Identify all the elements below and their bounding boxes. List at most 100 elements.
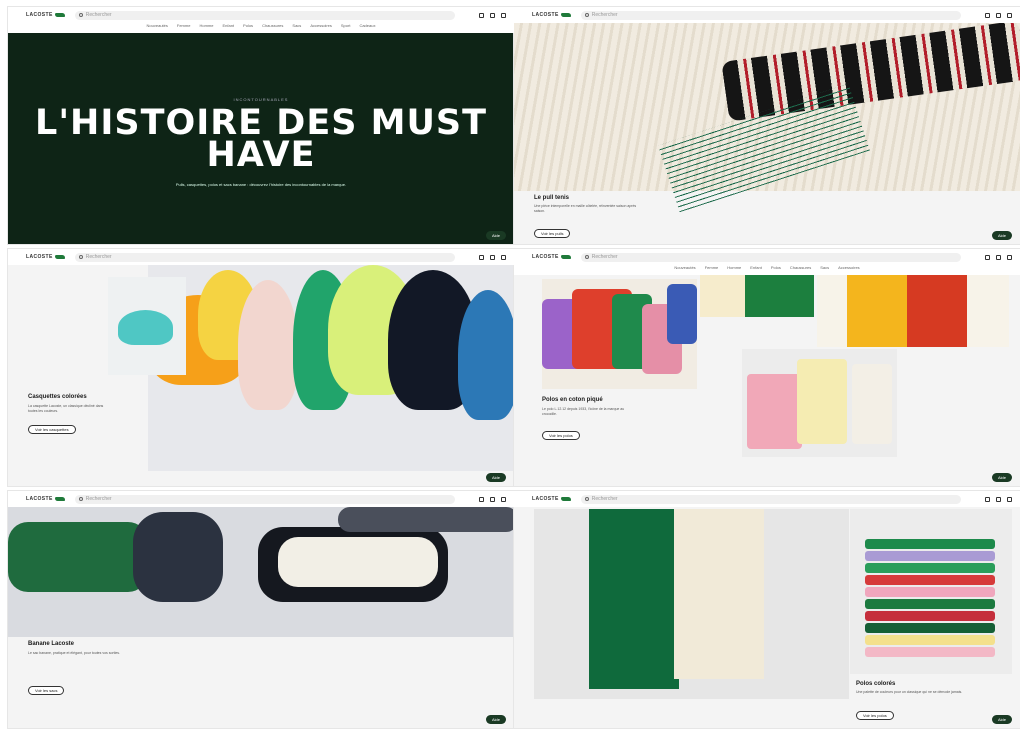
- account-icon[interactable]: [985, 254, 990, 260]
- bags-image: [8, 507, 514, 637]
- nav-item[interactable]: Chaussures: [790, 265, 811, 275]
- nav-item[interactable]: Sport: [341, 23, 351, 33]
- nav-item[interactable]: Accessoires: [838, 265, 860, 275]
- polos-stack-image: [850, 509, 1012, 674]
- cart-icon[interactable]: [501, 254, 506, 260]
- polos-color-panel: LACOSTE Rechercher Polos colorés Une pal…: [513, 490, 1020, 729]
- nav-item[interactable]: Polos: [243, 23, 253, 33]
- search-icon: [78, 497, 83, 501]
- croc-icon: [54, 13, 65, 17]
- top-bar: LACOSTE Rechercher: [514, 249, 1020, 265]
- nav-item[interactable]: Sacs: [820, 265, 829, 275]
- section-text: Une palette de couleurs pour un classiqu…: [856, 690, 963, 694]
- search-input[interactable]: Rechercher: [580, 10, 961, 20]
- nav-item[interactable]: Nouveautés: [147, 23, 168, 33]
- croc-icon: [54, 497, 65, 501]
- brand-logo[interactable]: LACOSTE: [532, 12, 571, 18]
- cap: [458, 290, 514, 420]
- nav-item[interactable]: Cadeaux: [359, 23, 375, 33]
- cart-icon[interactable]: [501, 496, 506, 502]
- nav-item[interactable]: Femme: [705, 265, 719, 275]
- wishlist-icon[interactable]: [996, 12, 1001, 18]
- brand-logo[interactable]: LACOSTE: [26, 12, 65, 18]
- section-cta[interactable]: Voir les polos: [542, 431, 580, 440]
- cap: [238, 280, 298, 410]
- section-title: Banane Lacoste: [28, 641, 75, 647]
- section-text: Une pièce intemporelle en maille côtelée…: [534, 204, 637, 213]
- nav-item[interactable]: Sacs: [292, 23, 301, 33]
- nav-item[interactable]: Chaussures: [262, 23, 283, 33]
- nav-item[interactable]: Femme: [177, 23, 191, 33]
- hero-panel: LACOSTE Rechercher Nouveautés Femme Homm…: [7, 6, 515, 245]
- wishlist-icon[interactable]: [490, 496, 495, 502]
- wishlist-icon[interactable]: [996, 496, 1001, 502]
- top-bar: LACOSTE Rechercher: [8, 249, 514, 265]
- polos-panel: LACOSTE Rechercher Nouveautés Femme Homm…: [513, 248, 1020, 487]
- nav-item[interactable]: Enfant: [222, 23, 234, 33]
- search-icon: [584, 497, 589, 501]
- caps-image: [148, 265, 514, 471]
- nav-item[interactable]: Homme: [199, 23, 213, 33]
- section-text: La casquette Lacoste, un classique décli…: [28, 404, 104, 413]
- search-input[interactable]: Rechercher: [74, 252, 455, 262]
- brand-logo[interactable]: LACOSTE: [26, 254, 65, 260]
- polos-flatlay-image: [742, 349, 897, 457]
- section-text: Le polo L.12.12 depuis 1933, l'icône de …: [542, 407, 625, 416]
- section-title: Casquettes colorées: [28, 394, 87, 400]
- wishlist-icon[interactable]: [490, 12, 495, 18]
- account-icon[interactable]: [985, 12, 990, 18]
- help-button[interactable]: Aide: [485, 715, 506, 724]
- cart-icon[interactable]: [1007, 496, 1012, 502]
- account-icon[interactable]: [479, 496, 484, 502]
- top-bar: LACOSTE Rechercher: [8, 7, 514, 23]
- wishlist-icon[interactable]: [490, 254, 495, 260]
- cart-icon[interactable]: [1007, 254, 1012, 260]
- croc-icon: [54, 255, 65, 259]
- section-cta[interactable]: Voir les pulls: [534, 229, 571, 238]
- search-input[interactable]: Rechercher: [74, 494, 455, 504]
- help-button[interactable]: Aide: [485, 231, 506, 240]
- sweater-image: [514, 20, 1020, 213]
- account-icon[interactable]: [479, 12, 484, 18]
- section-cta[interactable]: Voir les casquettes: [28, 425, 76, 434]
- brand-logo[interactable]: LACOSTE: [26, 496, 65, 502]
- brand-logo[interactable]: LACOSTE: [532, 254, 571, 260]
- cart-icon[interactable]: [501, 12, 506, 18]
- search-icon: [584, 13, 589, 17]
- cart-icon[interactable]: [1007, 12, 1012, 18]
- polo-detail-image: [700, 275, 814, 317]
- section-text: Le sac banane, pratique et élégant, pour…: [28, 651, 121, 655]
- hero-kicker: INCONTOURNABLES: [233, 97, 289, 102]
- sweater-panel: LACOSTE Rechercher Le pull tenis Une piè…: [513, 6, 1020, 245]
- account-icon[interactable]: [985, 496, 990, 502]
- croc-icon: [560, 255, 571, 259]
- help-button[interactable]: Aide: [991, 715, 1012, 724]
- section-cta[interactable]: Voir les sacs: [28, 686, 65, 695]
- polo-stripes-image: [817, 275, 1009, 347]
- nav-item[interactable]: Polos: [771, 265, 781, 275]
- nav-item[interactable]: Enfant: [750, 265, 762, 275]
- nav-item[interactable]: Accessoires: [310, 23, 332, 33]
- help-button[interactable]: Aide: [991, 231, 1012, 240]
- brand-logo[interactable]: LACOSTE: [532, 496, 571, 502]
- help-button[interactable]: Aide: [485, 473, 506, 482]
- search-input[interactable]: Rechercher: [74, 10, 455, 20]
- top-bar: LACOSTE Rechercher: [514, 491, 1020, 507]
- cap: [118, 310, 173, 345]
- main-nav: Nouveautés Femme Homme Enfant Polos Chau…: [514, 265, 1020, 275]
- top-bar: LACOSTE Rechercher: [514, 7, 1020, 23]
- account-icon[interactable]: [479, 254, 484, 260]
- nav-item[interactable]: Homme: [727, 265, 741, 275]
- search-input[interactable]: Rechercher: [580, 252, 961, 262]
- section-title: Polos en coton piqué: [542, 397, 603, 403]
- section-cta[interactable]: Voir les polos: [856, 711, 894, 720]
- help-button[interactable]: Aide: [991, 473, 1012, 482]
- top-bar: LACOSTE Rechercher: [8, 491, 514, 507]
- cap-thumbnail: [108, 277, 186, 375]
- wishlist-icon[interactable]: [996, 254, 1001, 260]
- bags-panel: LACOSTE Rechercher Banane Lacoste Le sac…: [7, 490, 515, 729]
- search-input[interactable]: Rechercher: [580, 494, 961, 504]
- caps-panel: LACOSTE Rechercher Casquettes colorées L…: [7, 248, 515, 487]
- nav-item[interactable]: Nouveautés: [674, 265, 695, 275]
- main-nav: Nouveautés Femme Homme Enfant Polos Chau…: [8, 23, 514, 33]
